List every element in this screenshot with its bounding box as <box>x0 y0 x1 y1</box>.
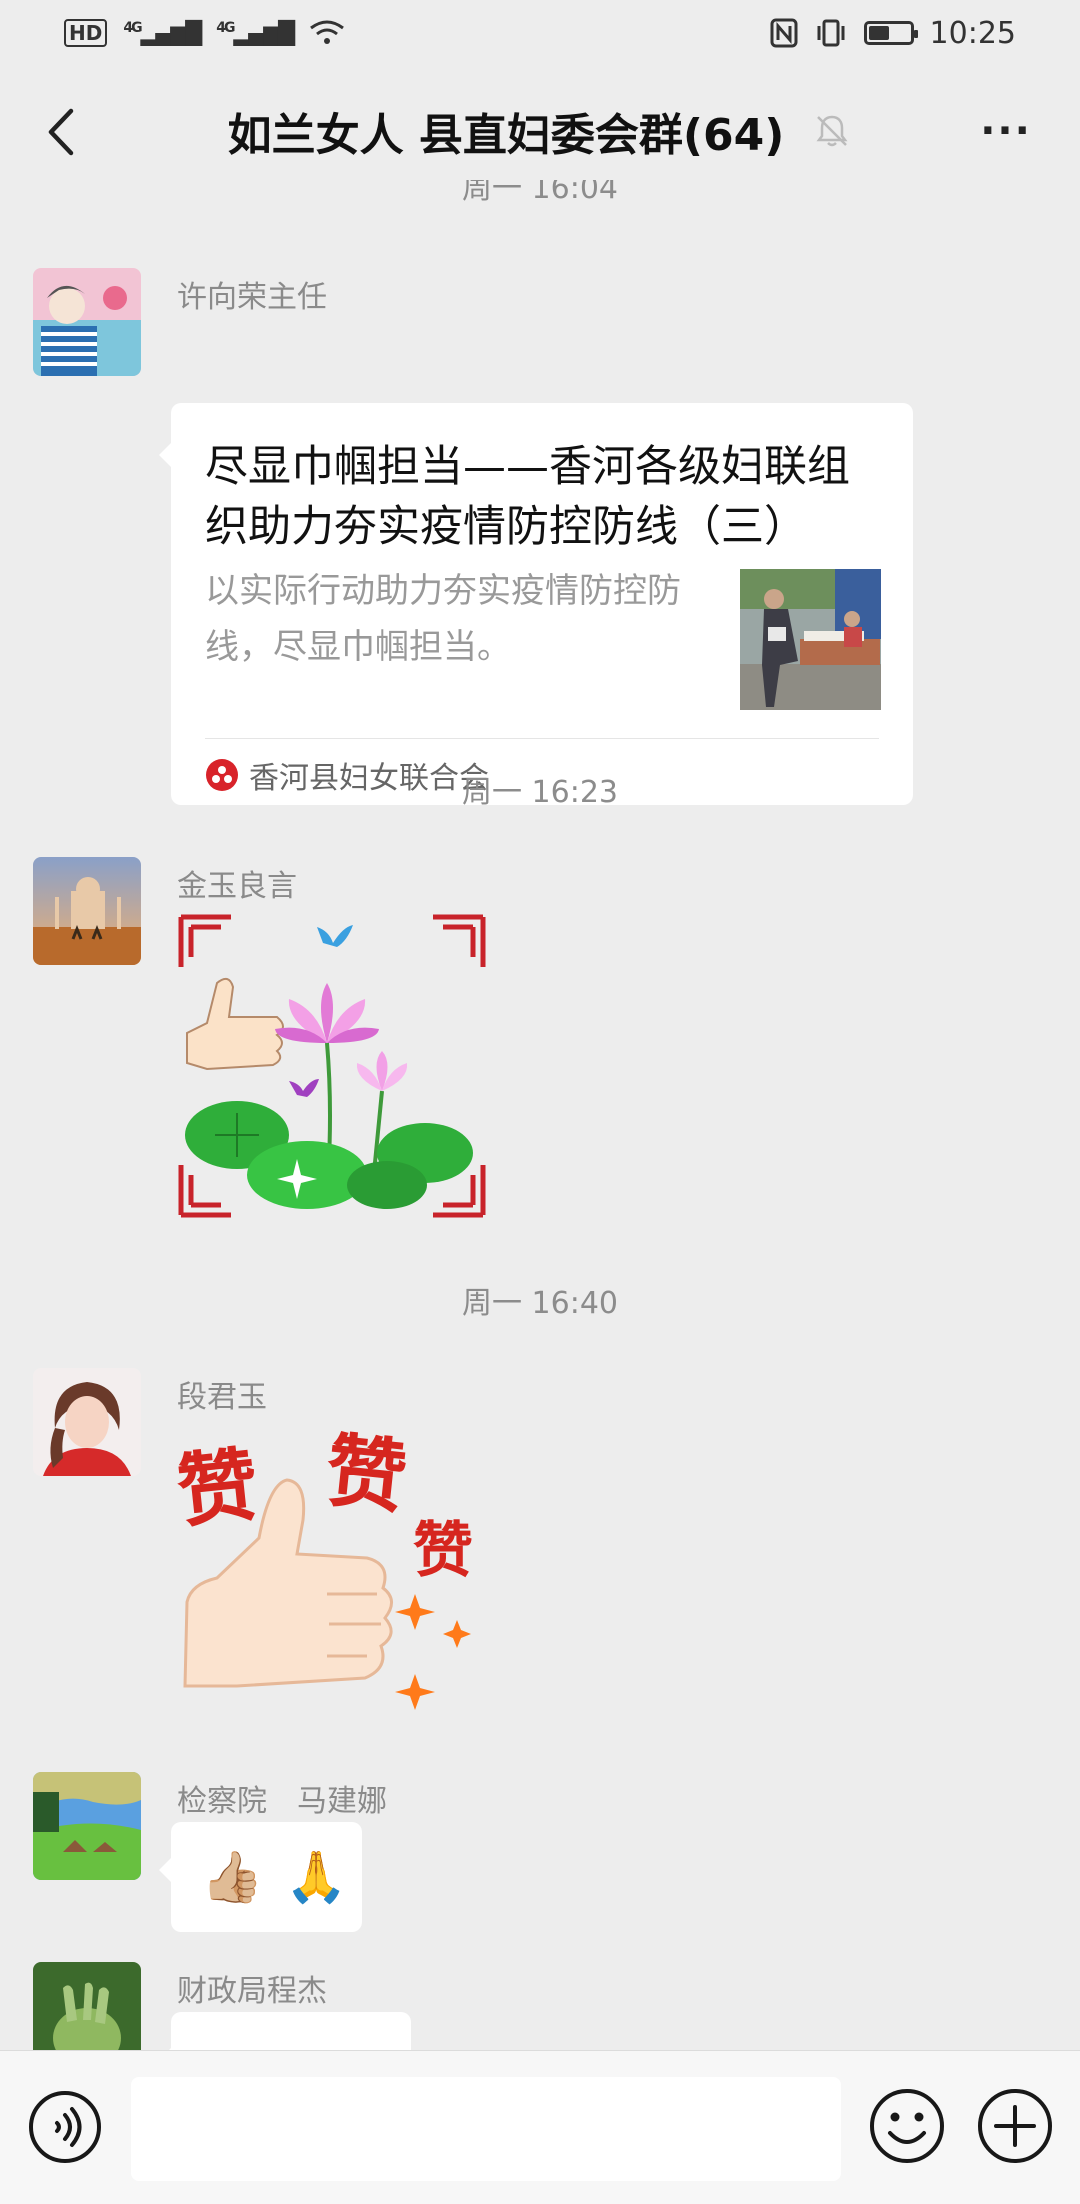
plus-icon <box>978 2089 1052 2163</box>
signal-icon-2: 4G▂▄▆█ <box>216 19 295 47</box>
emoji-icon <box>870 2089 944 2163</box>
wifi-icon <box>310 20 345 44</box>
more-options-button[interactable]: ··· <box>976 106 1036 156</box>
sender-name: 金玉良言 <box>177 869 297 904</box>
text-bubble[interactable] <box>159 2012 411 2050</box>
avatar-woman-portrait <box>33 1368 141 1476</box>
lotus-thumbs-up-sticker-image <box>178 914 486 1218</box>
status-bar: HD 4G▂▄▆█ 4G▂▄▆█ 10:25 <box>0 0 1080 66</box>
avatar-landscape <box>33 1772 141 1880</box>
article-thumbnail <box>740 569 881 710</box>
card-divider <box>205 738 879 739</box>
lotus-sticker[interactable] <box>177 913 487 1219</box>
message-article: 许向荣主任 尽显巾帼担当——香河各级妇联组织助力夯实疫情防控防线（三） 以实际行… <box>0 268 1080 828</box>
status-right: 10:25 <box>770 16 1016 51</box>
timestamp: 周一 16:23 <box>462 775 618 810</box>
message-partial: 财政局程杰 <box>0 1962 1080 2050</box>
sender-name: 财政局程杰 <box>177 1974 327 2009</box>
chat-title: 如兰女人 县直妇委会群(64) <box>227 110 785 161</box>
timestamp-top: 周一 16:04 <box>462 180 618 206</box>
mute-bell-icon <box>816 115 848 147</box>
avatar-taj-mahal <box>33 857 141 965</box>
sender-name: 检察院 马建娜 <box>177 1784 387 1819</box>
more-functions-button[interactable] <box>976 2087 1054 2165</box>
battery-fill <box>868 26 889 40</box>
article-title: 尽显巾帼担当——香河各级妇联组织助力夯实疫情防控防线（三） <box>205 442 850 552</box>
signal-icon-1: 4G▂▄▆█ <box>123 19 202 47</box>
article-description: 以实际行动助力夯实疫情防控防线，尽显巾帼担当。 <box>205 571 681 667</box>
emoji-button[interactable] <box>868 2087 946 2165</box>
clap-emoji: 🙏 <box>285 1848 348 1906</box>
voice-button[interactable] <box>27 2089 103 2165</box>
sender-name: 段君玉 <box>177 1380 267 1415</box>
article-card[interactable]: 尽显巾帼担当——香河各级妇联组织助力夯实疫情防控防线（三） 以实际行动助力夯实疫… <box>159 403 913 805</box>
timestamp: 周一 16:40 <box>462 1286 618 1321</box>
avatar-peace-hands <box>33 1962 141 2050</box>
nfc-icon <box>770 18 798 48</box>
thumbs-up-emoji: 👍🏼 <box>201 1848 264 1906</box>
battery-icon <box>863 21 918 45</box>
thumbs-up-sticker-image <box>183 1478 471 1710</box>
hd-badge: HD <box>64 19 108 47</box>
message-sticker-lotus: 金玉良言 <box>0 857 1080 1218</box>
message-input[interactable] <box>131 2077 841 2181</box>
avatar[interactable] <box>33 268 141 376</box>
network-label-2: 4G <box>216 19 235 36</box>
input-bar <box>0 2050 1080 2204</box>
avatar[interactable] <box>33 857 141 965</box>
vibrate-icon <box>817 19 845 47</box>
back-button[interactable] <box>30 102 90 162</box>
status-time: 10:25 <box>929 15 1016 51</box>
avatar[interactable] <box>33 1772 141 1880</box>
chat-messages: 周一 16:04 许向荣主任 尽显巾帼担当——香河各级妇联组织助力夯实疫情防控防… <box>0 180 1080 2050</box>
avatar-cartoon-boy <box>33 268 141 376</box>
status-left: HD 4G▂▄▆█ 4G▂▄▆█ <box>64 19 345 47</box>
thumbnail-photo <box>740 569 881 710</box>
network-label-1: 4G <box>123 19 142 36</box>
avatar[interactable] <box>33 1962 141 2050</box>
avatar[interactable] <box>33 1368 141 1476</box>
text-bubble[interactable]: 👍🏼 🙏 <box>159 1822 362 1932</box>
chevron-left-icon <box>48 108 74 156</box>
sender-name: 许向荣主任 <box>177 280 327 315</box>
zan-sticker[interactable]: 赞 赞 赞 <box>173 1423 497 1724</box>
message-emoji-bubble: 检察院 马建娜 👍🏼 🙏 <box>0 1772 1080 1952</box>
voice-icon <box>29 2091 101 2163</box>
message-sticker-zan: 段君玉 赞 赞 赞 <box>0 1368 1080 1738</box>
nav-bar: 如兰女人 县直妇委会群(64) ··· <box>0 66 1080 196</box>
